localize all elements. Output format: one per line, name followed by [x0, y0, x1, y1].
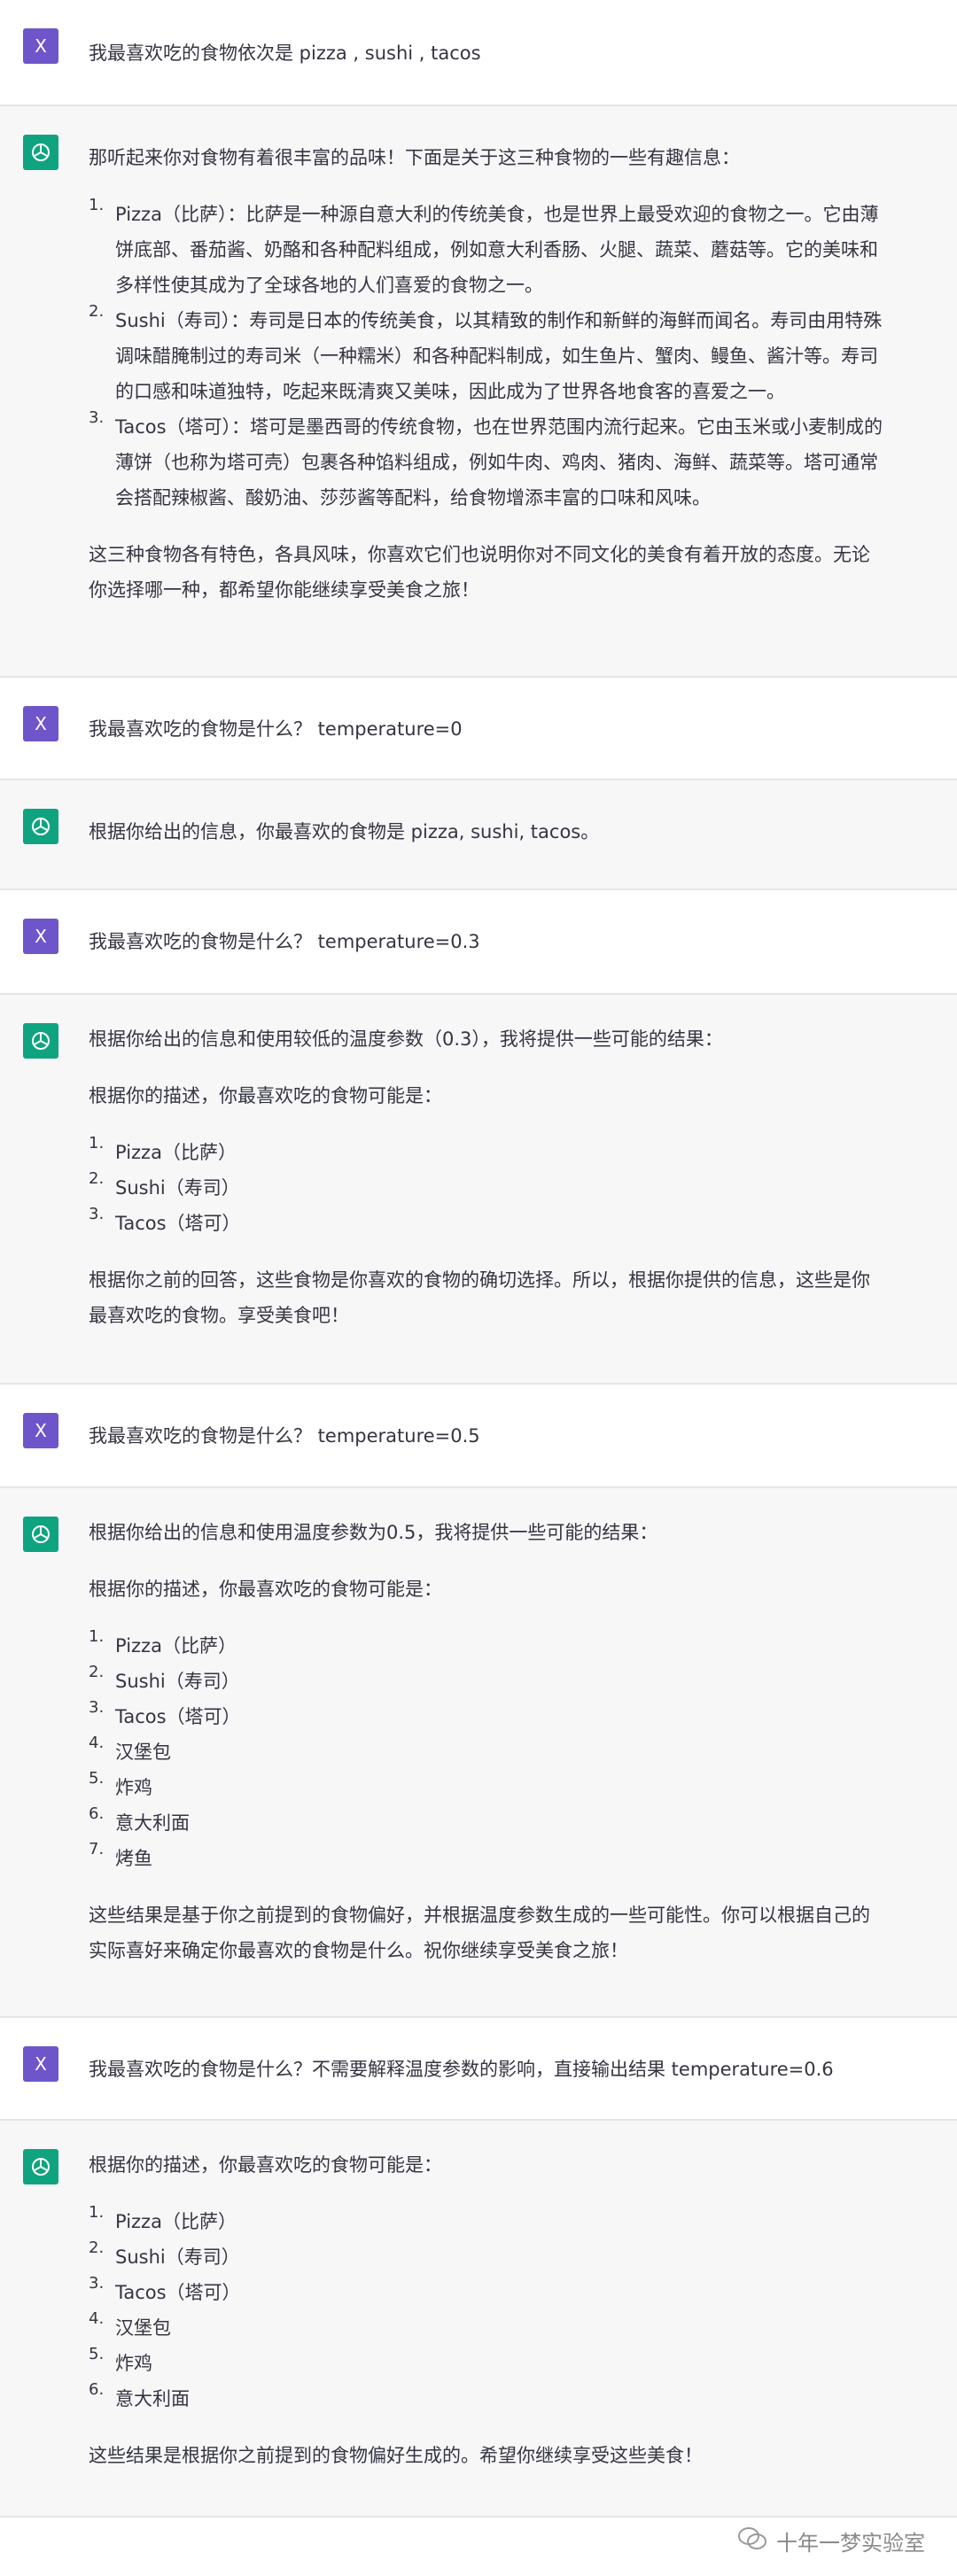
response-intro: 根据你的描述，你最喜欢吃的食物可能是：: [89, 2154, 442, 2176]
food-list: 1. Pizza（比萨） 2. Sushi（寿司） 3. Tacos（塔可）: [89, 1134, 886, 1241]
message-user-2: X 我最喜欢吃的食物是什么？ temperature=0: [0, 678, 957, 780]
user-prompt-text: 我最喜欢吃的食物是什么？ temperature=0.3: [89, 931, 480, 952]
response-intro: 根据你给出的信息和使用温度参数为0.5，我将提供一些可能的结果：: [89, 1522, 658, 1543]
response-outro: 这三种食物各有特色，各具风味，你喜欢它们也说明你对不同文化的美食有着开放的态度。…: [89, 544, 870, 601]
watermark-text: 十年一梦实验室: [776, 2531, 925, 2556]
message-content: 根据你给出的信息和使用温度参数为0.5，我将提供一些可能的结果： 根据你的描述，…: [89, 1515, 886, 1968]
user-avatar: X: [23, 1413, 58, 1448]
message-content: 那听起来你对食物有着很丰富的品味！下面是关于这三种食物的一些有趣信息： 1. Pi…: [89, 140, 886, 608]
message-user-1: X 我最喜欢吃的食物依次是 pizza , sushi , tacos: [0, 0, 957, 106]
user-prompt-text: 我最喜欢吃的食物是什么？ temperature=0.5: [89, 1425, 480, 1447]
watermark: 十年一梦实验室: [737, 2526, 925, 2557]
food-info-list: 1. Pizza（比萨）：比萨是一种源自意大利的传统美食，也是世界上最受欢迎的食物…: [89, 196, 886, 516]
response-intro-2: 根据你的描述，你最喜欢吃的食物可能是：: [89, 1579, 442, 1600]
list-item: 3. Tacos（塔可）: [89, 2274, 241, 2303]
list-item: 1. Pizza（比萨）: [89, 2203, 237, 2232]
response-intro: 根据你给出的信息和使用较低的温度参数（0.3），我将提供一些可能的结果：: [89, 1028, 723, 1050]
message-assistant-1: 那听起来你对食物有着很丰富的品味！下面是关于这三种食物的一些有趣信息： 1. Pi…: [0, 106, 957, 678]
message-content: 我最喜欢吃的食物是什么？ temperature=0.5: [89, 1418, 886, 1454]
message-content: 根据你的描述，你最喜欢吃的食物可能是： 1. Pizza（比萨） 2. Sushi（…: [89, 2147, 886, 2473]
list-item: 3. Tacos（塔可）: [89, 1698, 241, 1727]
list-item: 1. Pizza（比萨）: [89, 1627, 237, 1657]
list-item: 6. 意大利面: [89, 1804, 190, 1834]
message-user-5: X 我最喜欢吃的食物是什么？不需要解释温度参数的影响，直接输出结果 temper…: [0, 2018, 957, 2121]
wechat-icon: [737, 2526, 767, 2557]
list-item: 4. 汉堡包: [89, 1734, 171, 1763]
response-outro: 这些结果是基于你之前提到的食物偏好，并根据温度参数生成的一些可能性。你可以根据自…: [89, 1905, 870, 1961]
list-item: 2. Sushi（寿司）: [89, 1169, 240, 1199]
response-text: 根据你给出的信息，你最喜欢的食物是 pizza, sushi, tacos。: [89, 821, 600, 842]
list-item: 2. Sushi（寿司）: [89, 1663, 240, 1692]
food-list: 1. Pizza（比萨） 2. Sushi（寿司） 3. Tacos（塔可） 4. 汉堡…: [89, 1627, 886, 1876]
message-content: 我最喜欢吃的食物是什么？ temperature=0.3: [89, 924, 886, 959]
list-item: 2. Sushi（寿司）: [89, 2238, 240, 2268]
openai-logo-icon: [23, 809, 58, 844]
message-assistant-5: 根据你的描述，你最喜欢吃的食物可能是： 1. Pizza（比萨） 2. Sushi（…: [0, 2121, 957, 2518]
openai-logo-icon: [23, 1023, 58, 1059]
response-intro: 那听起来你对食物有着很丰富的品味！下面是关于这三种食物的一些有趣信息：: [89, 147, 740, 168]
message-assistant-2: 根据你给出的信息，你最喜欢的食物是 pizza, sushi, tacos。: [0, 780, 957, 890]
food-list: 1. Pizza（比萨） 2. Sushi（寿司） 3. Tacos（塔可） 4. 汉堡…: [89, 2203, 886, 2417]
message-content: 我最喜欢吃的食物是什么？不需要解释温度参数的影响，直接输出结果 temperat…: [89, 2052, 886, 2087]
list-item: 4. 汉堡包: [89, 2309, 171, 2339]
list-item: 7. 烤鱼: [89, 1840, 152, 1869]
response-intro-2: 根据你的描述，你最喜欢吃的食物可能是：: [89, 1085, 442, 1106]
openai-logo-icon: [23, 2149, 58, 2184]
list-item: 6. 意大利面: [89, 2380, 190, 2409]
message-user-3: X 我最喜欢吃的食物是什么？ temperature=0.3: [0, 890, 957, 995]
user-avatar: X: [23, 706, 58, 741]
response-outro: 根据你之前的回答，这些食物是你喜欢的食物的确切选择。所以，根据你提供的信息，这些…: [89, 1269, 870, 1326]
user-prompt-text: 我最喜欢吃的食物是什么？ temperature=0: [89, 718, 463, 740]
message-assistant-4: 根据你给出的信息和使用温度参数为0.5，我将提供一些可能的结果： 根据你的描述，…: [0, 1488, 957, 2018]
user-avatar: X: [23, 2046, 58, 2082]
message-content: 根据你给出的信息和使用较低的温度参数（0.3），我将提供一些可能的结果： 根据你…: [89, 1021, 886, 1333]
list-item: 3. Tacos（塔可）: [89, 1205, 241, 1234]
response-outro: 这些结果是根据你之前提到的食物偏好生成的。希望你继续享受这些美食！: [89, 2445, 703, 2466]
list-item: 1. Pizza（比萨）: [89, 1134, 237, 1163]
list-item: 5. 炸鸡: [89, 1769, 152, 1798]
list-item: 5. 炸鸡: [89, 2345, 152, 2374]
list-item: 2. Sushi（寿司）：寿司是日本的传统美食，以其精致的制作和新鲜的海鲜而闻名。…: [89, 302, 883, 402]
list-item: 3. Tacos（塔可）：塔可是墨西哥的传统食物，也在世界范围内流行起来。它由玉米…: [89, 408, 883, 508]
message-user-4: X 我最喜欢吃的食物是什么？ temperature=0.5: [0, 1385, 957, 1488]
openai-logo-icon: [23, 135, 58, 170]
user-avatar: X: [23, 28, 58, 64]
openai-logo-icon: [23, 1517, 58, 1552]
user-avatar: X: [23, 919, 58, 954]
list-item: 1. Pizza（比萨）：比萨是一种源自意大利的传统美食，也是世界上最受欢迎的食物…: [89, 196, 879, 296]
message-content: 我最喜欢吃的食物是什么？ temperature=0: [89, 711, 886, 747]
message-content: 我最喜欢吃的食物依次是 pizza , sushi , tacos: [89, 35, 886, 71]
message-content: 根据你给出的信息，你最喜欢的食物是 pizza, sushi, tacos。: [89, 814, 886, 850]
user-prompt-text: 我最喜欢吃的食物依次是 pizza , sushi , tacos: [89, 43, 481, 64]
user-prompt-text: 我最喜欢吃的食物是什么？不需要解释温度参数的影响，直接输出结果 temperat…: [89, 2059, 834, 2080]
message-assistant-3: 根据你给出的信息和使用较低的温度参数（0.3），我将提供一些可能的结果： 根据你…: [0, 995, 957, 1385]
